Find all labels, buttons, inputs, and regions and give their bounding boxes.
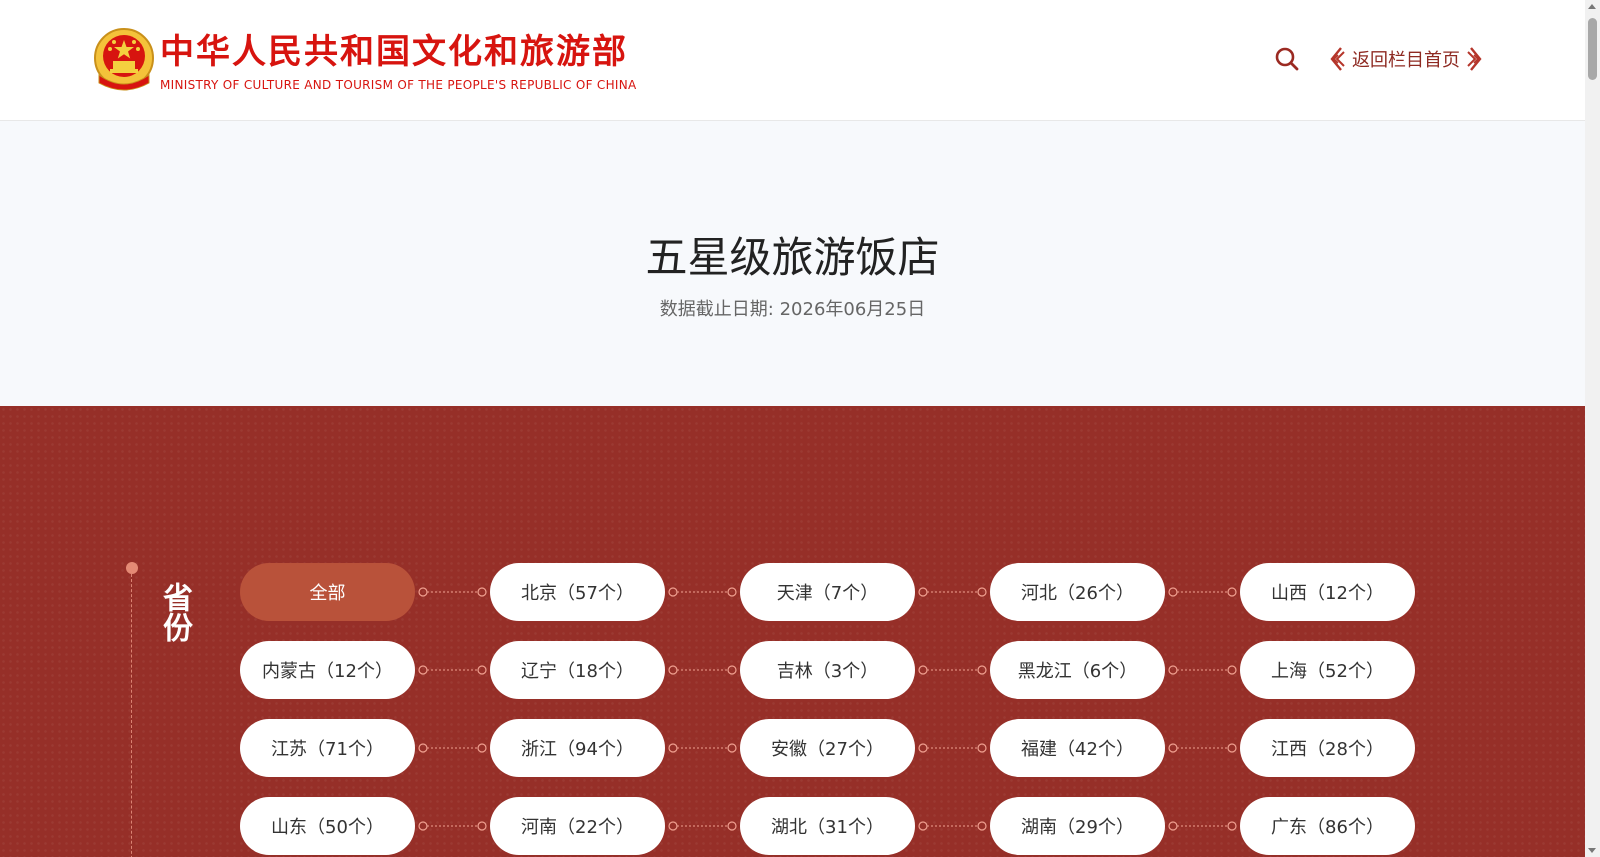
province-pill-row: 山东（50个） 河南（22个） 湖北（31个） 湖南（29个） 广东（86个） — [240, 797, 1420, 855]
province-pill[interactable]: 天津（7个） — [740, 563, 915, 621]
province-filter-section: 省份 全部 北京（57个） 天津（7个） 河北（26个） 山西（12个） 内蒙古（12个）… — [0, 406, 1585, 857]
site-header: 中华人民共和国文化和旅游部 MINISTRY OF CULTURE AND TO… — [0, 0, 1585, 121]
province-pill-row: 江苏（71个） 浙江（94个） 安徽（27个） 福建（42个） 江西（28个） — [240, 719, 1420, 777]
search-icon[interactable] — [1274, 46, 1300, 72]
province-pill[interactable]: 辽宁（18个） — [490, 641, 665, 699]
province-pill[interactable]: 山西（12个） — [1240, 563, 1415, 621]
back-to-column-home-link[interactable]: 返回栏目首页 — [1328, 44, 1484, 74]
pill-connector — [668, 665, 737, 675]
province-pill[interactable]: 河南（22个） — [490, 797, 665, 855]
pill-connector — [918, 743, 987, 753]
back-link-label: 返回栏目首页 — [1352, 50, 1460, 71]
province-pill[interactable]: 上海（52个） — [1240, 641, 1415, 699]
province-pill[interactable]: 安徽（27个） — [740, 719, 915, 777]
pill-connector — [1168, 821, 1237, 831]
pill-connector — [668, 743, 737, 753]
pill-connector — [418, 587, 487, 597]
pill-connector — [418, 743, 487, 753]
title-band: 五星级旅游饭店 数据截止日期: 2026年06月25日 — [0, 121, 1585, 406]
province-pill[interactable]: 全部 — [240, 563, 415, 621]
pill-connector — [918, 665, 987, 675]
page-scrollbar[interactable] — [1585, 0, 1600, 857]
province-pill-grid: 全部 北京（57个） 天津（7个） 河北（26个） 山西（12个） 内蒙古（12个） 辽宁（… — [240, 563, 1420, 857]
pill-connector — [918, 587, 987, 597]
province-pill[interactable]: 内蒙古（12个） — [240, 641, 415, 699]
province-pill[interactable]: 江苏（71个） — [240, 719, 415, 777]
timeline-dot — [126, 562, 138, 574]
province-pill-row: 内蒙古（12个） 辽宁（18个） 吉林（3个） 黑龙江（6个） 上海（52个） — [240, 641, 1420, 699]
pill-connector — [668, 821, 737, 831]
pill-connector — [418, 821, 487, 831]
pill-connector — [668, 587, 737, 597]
site-title-cn[interactable]: 中华人民共和国文化和旅游部 — [160, 32, 628, 72]
province-pill[interactable]: 湖南（29个） — [990, 797, 1165, 855]
province-pill[interactable]: 河北（26个） — [990, 563, 1165, 621]
timeline-line — [131, 574, 132, 857]
province-pill-row: 全部 北京（57个） 天津（7个） 河北（26个） 山西（12个） — [240, 563, 1420, 621]
pill-connector — [1168, 587, 1237, 597]
ornament-icon — [1330, 47, 1345, 71]
province-pill[interactable]: 广东（86个） — [1240, 797, 1415, 855]
province-pill[interactable]: 黑龙江（6个） — [990, 641, 1165, 699]
province-pill[interactable]: 北京（57个） — [490, 563, 665, 621]
scroll-down-arrow-icon[interactable] — [1588, 848, 1596, 853]
site-title-en: MINISTRY OF CULTURE AND TOURISM OF THE P… — [160, 78, 637, 92]
scroll-up-arrow-icon[interactable] — [1588, 4, 1596, 9]
scroll-thumb[interactable] — [1588, 18, 1597, 80]
province-pill[interactable]: 福建（42个） — [990, 719, 1165, 777]
province-pill[interactable]: 吉林（3个） — [740, 641, 915, 699]
province-pill[interactable]: 江西（28个） — [1240, 719, 1415, 777]
pill-connector — [918, 821, 987, 831]
province-label: 省份 — [157, 582, 192, 642]
pill-connector — [418, 665, 487, 675]
data-cutoff-date: 数据截止日期: 2026年06月25日 — [659, 299, 926, 320]
pill-connector — [1168, 665, 1237, 675]
province-pill[interactable]: 山东（50个） — [240, 797, 415, 855]
province-pill[interactable]: 湖北（31个） — [740, 797, 915, 855]
national-emblem-icon[interactable] — [93, 27, 155, 93]
province-pill[interactable]: 浙江（94个） — [490, 719, 665, 777]
page-title: 五星级旅游饭店 — [645, 233, 940, 282]
pill-connector — [1168, 743, 1237, 753]
ornament-icon — [1467, 47, 1482, 71]
